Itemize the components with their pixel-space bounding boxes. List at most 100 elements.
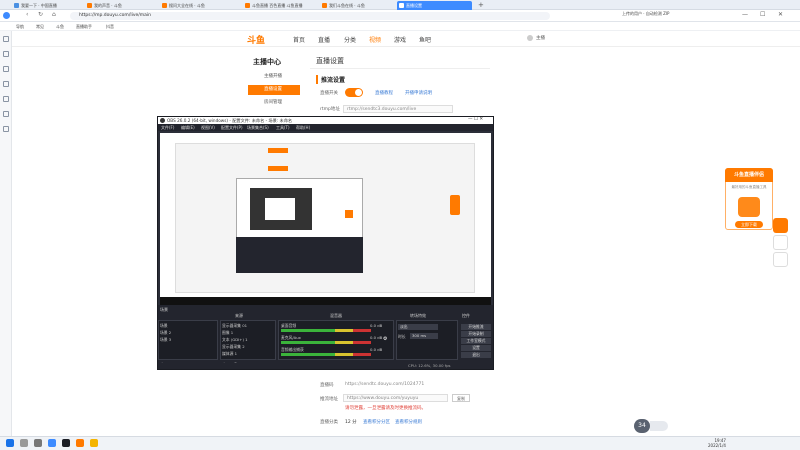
nav-item-active[interactable]: 视频	[369, 35, 381, 44]
search-icon[interactable]	[20, 439, 28, 447]
sidebar-title: 主播中心	[253, 58, 281, 66]
url-field[interactable]: https://mp.douyu.com/live/main	[70, 12, 550, 20]
rail-history-icon[interactable]	[3, 51, 9, 57]
browser-tab[interactable]: 我要一下 · 中国直播	[12, 1, 62, 10]
nav-item[interactable]: 游戏	[394, 35, 406, 44]
mixer-settings-icon[interactable]: ⚙	[383, 336, 387, 342]
taskview-icon[interactable]	[34, 439, 42, 447]
taskbar-obs-icon[interactable]	[62, 439, 70, 447]
obs-menu-item[interactable]: 场景集合(S)	[247, 125, 269, 131]
preview-nested-promo2	[345, 210, 353, 218]
minimize-icon[interactable]: —	[742, 11, 748, 18]
sidebar-item-live-settings[interactable]: 直播设置	[248, 85, 300, 95]
tab-label: 我要一下 · 中国直播	[21, 3, 57, 8]
live-toggle[interactable]	[345, 88, 363, 97]
source-item[interactable]: 文本 (GDI+) 1	[222, 337, 248, 343]
field-label: 推流地址	[320, 397, 338, 402]
source-item[interactable]: 显示器采集 2	[222, 344, 245, 350]
field-label: 直播码	[320, 383, 334, 388]
browser-tab[interactable]: 搜问大全在线 · 斗鱼	[160, 1, 220, 10]
nav-item[interactable]: 鱼吧	[419, 35, 431, 44]
new-tab-icon[interactable]: +	[478, 1, 484, 9]
nav-item[interactable]: 直播	[318, 35, 330, 44]
promo-title: 斗鱼直播伴侣	[725, 168, 773, 182]
home-icon[interactable]: ⌂	[52, 11, 56, 18]
promo-logo-icon	[738, 197, 760, 217]
source-item[interactable]: 显示器采集 01	[222, 323, 247, 329]
system-clock[interactable]: 19:47 2022/1/4	[708, 438, 726, 448]
sidebar-item-room[interactable]: 房间管理	[248, 98, 300, 108]
start-icon[interactable]	[6, 439, 14, 447]
maximize-icon[interactable]: ☐	[760, 11, 765, 18]
volume-badge[interactable]: 34	[634, 419, 650, 433]
browser-tab-active[interactable]: 直播设置	[397, 1, 472, 10]
rail-star-icon[interactable]	[3, 36, 9, 42]
start-streaming-button[interactable]: 开始推流	[461, 324, 491, 330]
tab-favicon-icon	[162, 3, 167, 8]
bookmark-item[interactable]: 斗鱼	[56, 24, 64, 30]
studio-mode-button[interactable]: 工作室模式	[461, 338, 491, 344]
copy-button[interactable]: 复制	[452, 394, 470, 402]
rail-app-icon[interactable]	[3, 96, 9, 102]
bookmark-item[interactable]: 导航	[16, 24, 24, 30]
preview-nested-sidebar	[268, 166, 288, 171]
preview-taskbar	[160, 297, 491, 305]
source-item[interactable]: 媒体源 1	[222, 351, 237, 357]
float-share-icon[interactable]	[773, 252, 788, 267]
tab-favicon-icon	[399, 3, 404, 8]
rail-game-icon[interactable]	[3, 111, 9, 117]
transition-duration-field[interactable]: 300 ms	[410, 333, 438, 339]
avatar[interactable]	[527, 35, 533, 41]
help-link[interactable]: 查看积分分区	[363, 419, 390, 425]
bookmark-item[interactable]: 直播助手	[76, 24, 92, 30]
scene-item[interactable]: 场景	[160, 323, 168, 329]
obs-menu-item[interactable]: 工具(T)	[276, 125, 290, 131]
rail-download-icon[interactable]	[3, 66, 9, 72]
taskbar-browser-icon[interactable]	[48, 439, 56, 447]
browser-tab[interactable]: 斗鱼直播 百色直播 斗鱼直播	[243, 1, 303, 10]
dock-header-mixer: 混音器	[330, 313, 342, 318]
rail-settings-icon[interactable]	[3, 126, 9, 132]
scene-item[interactable]: 场景 2	[160, 330, 171, 336]
help-link[interactable]: 开播申请说明	[405, 90, 432, 96]
taskbar-folder-icon[interactable]	[90, 439, 98, 447]
warning-text: 请勿泄露，一旦泄露请及时更换推流码。	[345, 406, 426, 411]
scene-item[interactable]: 场景 3	[160, 337, 171, 343]
source-item[interactable]: 图像 1	[222, 330, 233, 336]
mixer-track-level: 0.0 dB	[370, 347, 383, 352]
help-link[interactable]: 直播教程	[375, 90, 393, 96]
back-icon[interactable]: ‹	[26, 11, 28, 18]
user-name[interactable]: 主播	[536, 35, 545, 41]
refresh-icon[interactable]: ↻	[38, 11, 43, 18]
nav-item[interactable]: 分类	[344, 35, 356, 44]
exit-button[interactable]: 退出	[461, 352, 491, 358]
page-title: 直播设置	[316, 57, 344, 65]
start-recording-button[interactable]: 开始录制	[461, 331, 491, 337]
obs-menu-item[interactable]: 文件(F)	[161, 125, 174, 131]
obs-menu-item[interactable]: 帮助(H)	[296, 125, 310, 131]
rtmp-field[interactable]: rtmp://sendtc3.douyu.com/live	[343, 105, 453, 113]
obs-menu-item[interactable]: 配置文件(P)	[221, 125, 243, 131]
mixer-track-level: 0.0 dB	[370, 323, 383, 328]
browser-tab[interactable]: 我们斗鱼在线 · 斗鱼	[320, 1, 380, 10]
float-top-icon[interactable]	[773, 235, 788, 250]
bookmark-item[interactable]: 抖音	[106, 24, 114, 30]
nav-item[interactable]: 首页	[293, 35, 305, 44]
browser-tab[interactable]: 我的声音 · 斗鱼	[85, 1, 135, 10]
push-url-field[interactable]: https://www.douyu.com/yuyuyu	[343, 394, 448, 402]
obs-menu-item[interactable]: 编辑(E)	[181, 125, 195, 131]
site-logo[interactable]: 斗鱼	[247, 33, 265, 46]
tab-label: 直播设置	[406, 3, 422, 8]
transition-select[interactable]: 淡出	[398, 324, 438, 330]
obs-window-controls-icon[interactable]: — ☐ ✕	[468, 117, 483, 122]
taskbar-douyu-icon[interactable]	[76, 439, 84, 447]
settings-button[interactable]: 设置	[461, 345, 491, 351]
bookmark-item[interactable]: 常见	[36, 24, 44, 30]
close-icon[interactable]: ✕	[778, 11, 783, 18]
obs-menu-item[interactable]: 视图(V)	[201, 125, 215, 131]
help-link[interactable]: 查看积分规则	[395, 419, 422, 425]
float-play-icon[interactable]	[773, 218, 788, 233]
sidebar-item-start[interactable]: 主播开播	[248, 72, 300, 82]
promo-download-button[interactable]: 立即下载	[735, 221, 763, 228]
rail-note-icon[interactable]	[3, 81, 9, 87]
